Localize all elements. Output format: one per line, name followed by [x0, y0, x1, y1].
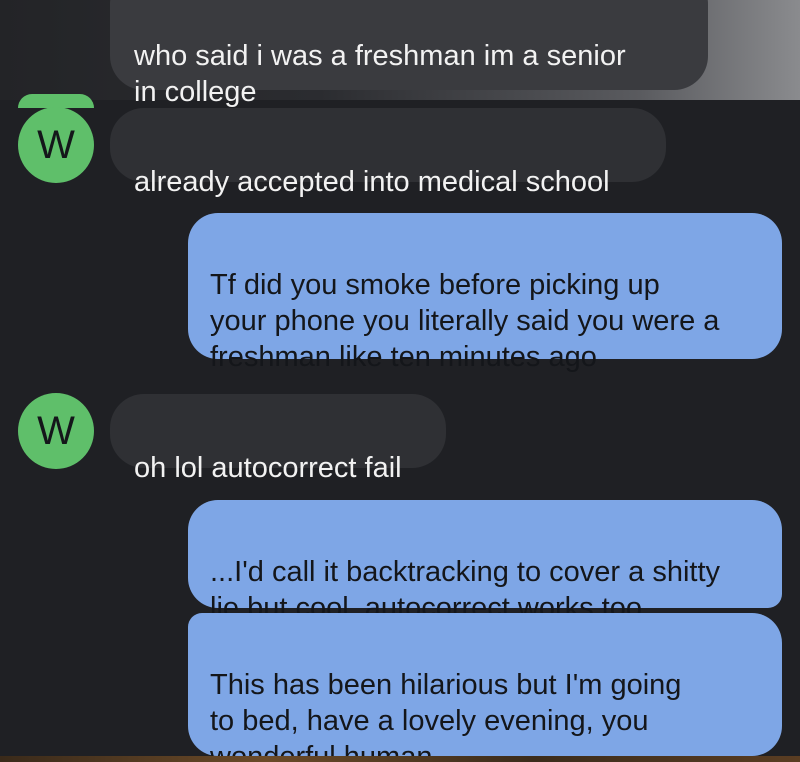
chat-screen: who said i was a freshman im a senior in… — [0, 0, 800, 762]
avatar-letter: W — [37, 409, 75, 453]
avatar[interactable]: W — [18, 393, 94, 469]
message-text: This has been hilarious but I'm going to… — [210, 669, 682, 762]
bottom-edge — [0, 756, 800, 762]
message-bubble-incoming[interactable]: already accepted into medical school — [110, 108, 666, 198]
message-text: Tf did you smoke before picking up your … — [210, 269, 720, 373]
message-text: oh lol autocorrect fail — [134, 452, 402, 484]
avatar[interactable]: W — [18, 107, 94, 183]
message-bubble-outgoing[interactable]: Tf did you smoke before picking up your … — [188, 213, 782, 373]
message-bubble-outgoing[interactable]: ...I'd call it backtracking to cover a s… — [188, 500, 782, 624]
message-bubble-incoming[interactable]: who said i was a freshman im a senior in… — [110, 0, 708, 108]
avatar — [18, 94, 94, 108]
message-bubble-outgoing[interactable]: This has been hilarious but I'm going to… — [188, 613, 782, 762]
avatar-letter: W — [37, 123, 75, 167]
message-text: already accepted into medical school — [134, 166, 610, 198]
message-bubble-incoming[interactable]: oh lol autocorrect fail — [110, 394, 446, 484]
